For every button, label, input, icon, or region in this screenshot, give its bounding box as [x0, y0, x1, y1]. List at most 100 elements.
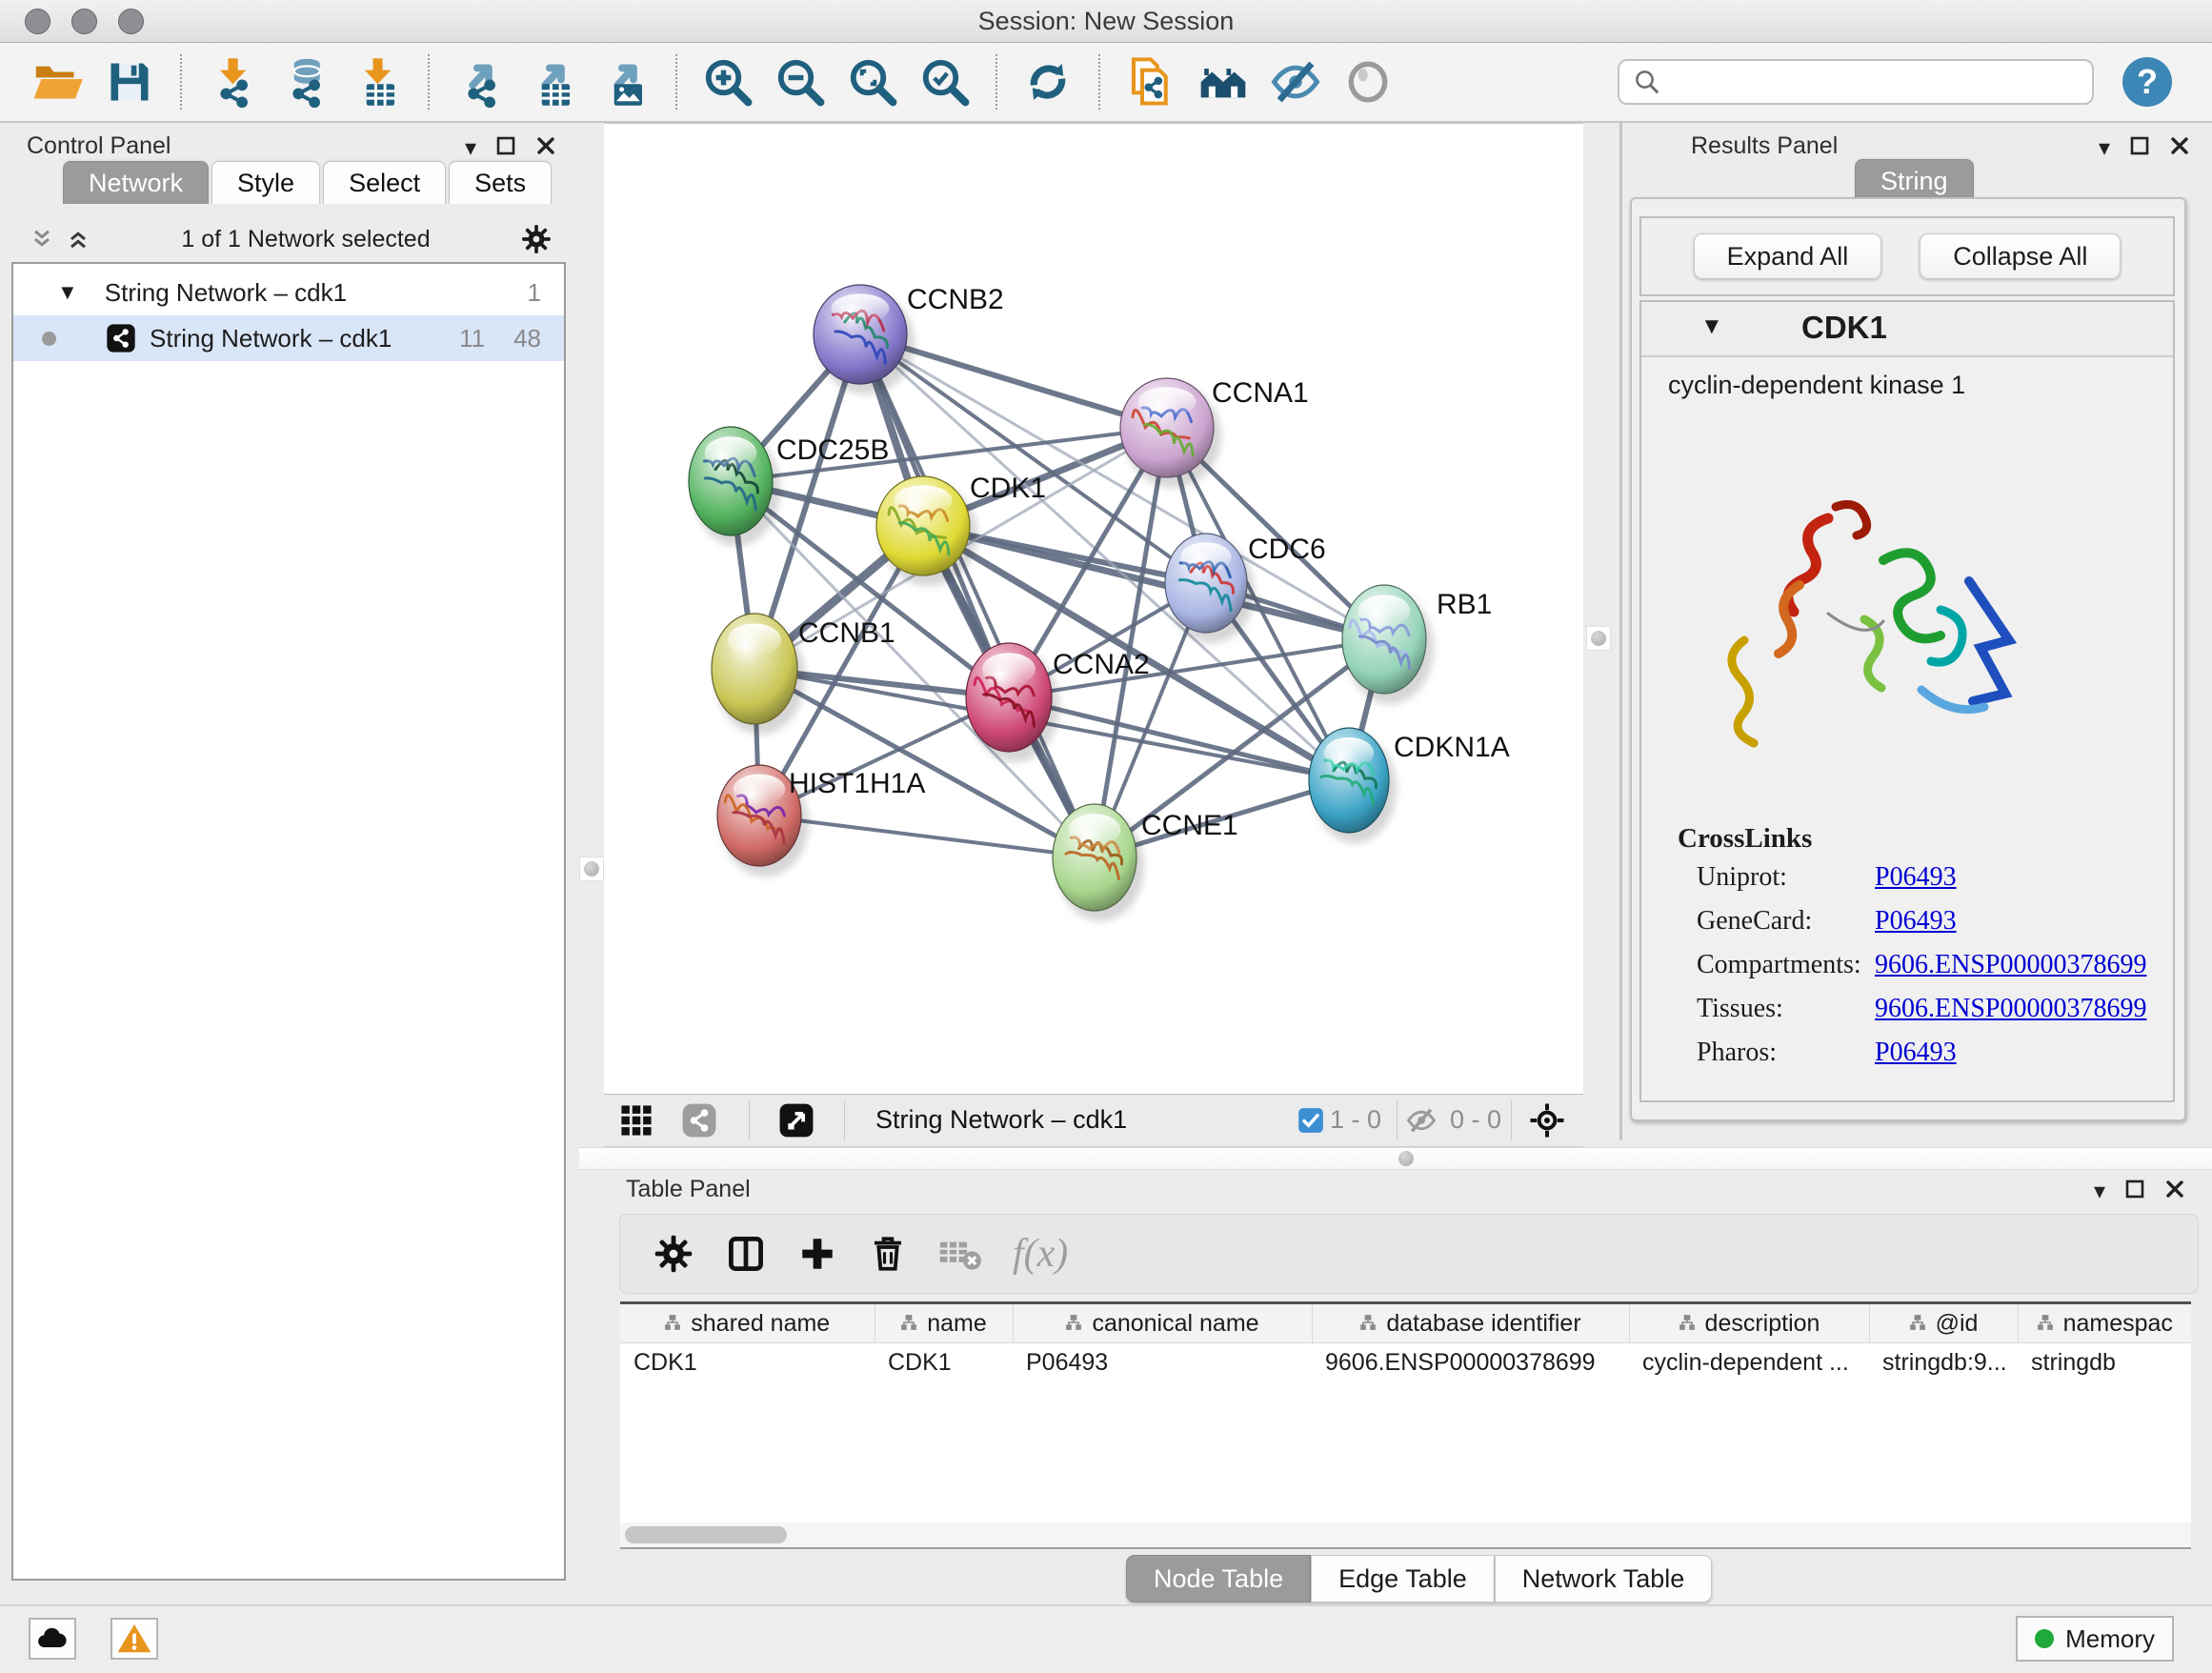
network-options-gear-icon[interactable]	[520, 223, 553, 255]
table-cell[interactable]: stringdb:9...	[1869, 1343, 2018, 1382]
column-header[interactable]: namespac	[2018, 1304, 2191, 1343]
node-table[interactable]: shared namenamecanonical namedatabase id…	[620, 1301, 2191, 1526]
add-column-icon[interactable]	[797, 1234, 837, 1274]
zoom-in-button[interactable]	[697, 50, 758, 113]
open-session-button[interactable]	[27, 50, 88, 113]
new-network-from-selection-button[interactable]	[1120, 50, 1181, 113]
search-input[interactable]	[1671, 67, 2079, 98]
network-node-ccne1[interactable]: CCNE1	[1053, 804, 1238, 921]
table-cell[interactable]: P06493	[1013, 1343, 1312, 1382]
show-all-button[interactable]	[1337, 50, 1398, 113]
tab-string[interactable]: String	[1855, 159, 1974, 202]
right-splitter-handle[interactable]	[1586, 626, 1611, 651]
import-network-file-button[interactable]	[202, 50, 263, 113]
network-node-rb1[interactable]: RB1	[1342, 585, 1492, 704]
left-splitter[interactable]	[579, 123, 606, 1145]
import-network-database-button[interactable]	[274, 50, 335, 113]
show-columns-icon[interactable]	[725, 1233, 767, 1275]
panel-float-icon[interactable]	[2124, 1179, 2145, 1204]
string-results-container: Expand All Collapse All ▼ CDK1 cyclin-de…	[1630, 197, 2186, 1121]
export-image-button[interactable]	[594, 50, 655, 113]
network-edge[interactable]	[759, 816, 1095, 857]
network-node-hist1h1a[interactable]: HIST1H1A	[717, 765, 925, 877]
network-view-canvas[interactable]: CCNB2CCNA1CDC25BCDK1CDC6RB1CCNB1CCNA2CDK…	[604, 123, 1583, 1095]
export-network-icon	[454, 56, 506, 108]
zoom-selected-button[interactable]	[915, 50, 975, 113]
network-row[interactable]: String Network – cdk1 11 48	[13, 315, 564, 361]
warning-status-button[interactable]	[111, 1618, 158, 1660]
crosslink-link[interactable]: P06493	[1875, 1038, 1957, 1068]
tab-edge-table[interactable]: Edge Table	[1311, 1555, 1495, 1602]
zoom-fit-button[interactable]	[842, 50, 903, 113]
table-cell[interactable]: stringdb	[2018, 1343, 2191, 1382]
network-node-cdkn1a[interactable]: CDKN1A	[1309, 728, 1510, 843]
tab-sets[interactable]: Sets	[449, 161, 552, 204]
expand-all-button[interactable]: Expand All	[1694, 233, 1882, 279]
cloud-status-button[interactable]	[29, 1618, 76, 1660]
panel-close-icon[interactable]	[2164, 1179, 2185, 1204]
panel-menu-icon[interactable]: ▾	[2099, 134, 2110, 162]
network-node-cdc6[interactable]: CDC6	[1165, 534, 1326, 643]
collapse-all-button[interactable]: Collapse All	[1920, 233, 2121, 279]
column-header[interactable]: shared name	[620, 1304, 875, 1343]
help-button[interactable]: ?	[2122, 57, 2172, 107]
network-collection-row[interactable]: ▼ String Network – cdk1 1	[13, 270, 564, 315]
column-header[interactable]: name	[875, 1304, 1013, 1343]
column-header[interactable]: canonical name	[1013, 1304, 1312, 1343]
table-cell[interactable]: cyclin-dependent ...	[1629, 1343, 1869, 1382]
export-table-button[interactable]	[522, 50, 583, 113]
panel-close-icon[interactable]	[535, 135, 556, 161]
refresh-view-button[interactable]	[1017, 50, 1078, 113]
search-icon	[1633, 68, 1661, 96]
crosslink-link[interactable]: 9606.ENSP00000378699	[1875, 950, 2146, 980]
zoom-out-button[interactable]	[770, 50, 831, 113]
entry-collapse-icon[interactable]: ▼	[1700, 313, 1723, 340]
memory-button[interactable]: Memory	[2016, 1616, 2174, 1662]
tab-select[interactable]: Select	[323, 161, 446, 204]
tab-network-table[interactable]: Network Table	[1495, 1555, 1713, 1602]
column-header[interactable]: database identifier	[1312, 1304, 1629, 1343]
save-session-button[interactable]	[99, 50, 160, 113]
crosslink-link[interactable]: P06493	[1875, 906, 1957, 937]
panel-menu-icon[interactable]: ▾	[465, 134, 476, 162]
crosslink-link[interactable]: 9606.ENSP00000378699	[1875, 994, 2146, 1024]
delete-column-icon[interactable]	[868, 1234, 908, 1274]
panel-float-icon[interactable]	[2129, 135, 2150, 161]
tree-expander-icon[interactable]: ▼	[57, 280, 78, 305]
tab-network[interactable]: Network	[63, 161, 209, 204]
table-cell[interactable]: CDK1	[620, 1343, 875, 1382]
table-options-gear-icon[interactable]	[653, 1233, 694, 1275]
hide-selection-button[interactable]	[1265, 50, 1326, 113]
tab-node-table[interactable]: Node Table	[1126, 1555, 1311, 1602]
table-cell[interactable]: 9606.ENSP00000378699	[1312, 1343, 1629, 1382]
panel-close-icon[interactable]	[2169, 135, 2190, 161]
table-hscrollbar-thumb[interactable]	[625, 1526, 787, 1543]
birds-eye-view-icon[interactable]	[777, 1101, 815, 1139]
crosslink-link[interactable]: P06493	[1875, 862, 1957, 893]
gene-entry-header[interactable]: ▼ CDK1	[1641, 302, 2173, 357]
table-row[interactable]: CDK1CDK1P064939606.ENSP00000378699cyclin…	[620, 1343, 2191, 1382]
expand-all-tree-icon[interactable]	[65, 226, 91, 252]
tab-style[interactable]: Style	[211, 161, 320, 204]
panel-float-icon[interactable]	[495, 135, 516, 161]
left-splitter-handle[interactable]	[579, 857, 604, 881]
column-header[interactable]: @id	[1869, 1304, 2018, 1343]
table-hscrollbar[interactable]	[620, 1522, 2191, 1549]
panel-menu-icon[interactable]: ▾	[2094, 1178, 2105, 1205]
selected-checkbox-icon[interactable]	[1292, 1101, 1330, 1139]
collapse-all-tree-icon[interactable]	[29, 226, 55, 252]
fit-content-crosshair-icon[interactable]	[1528, 1101, 1566, 1139]
first-neighbors-button[interactable]	[1193, 50, 1254, 113]
network-node-ccnb1[interactable]: CCNB1	[712, 614, 895, 735]
search-box[interactable]	[1618, 59, 2094, 105]
network-node-cdk1[interactable]: CDK1	[876, 473, 1046, 586]
hidden-eye-slash-icon[interactable]	[1402, 1101, 1440, 1139]
grid-view-icon[interactable]	[617, 1101, 655, 1139]
export-network-button[interactable]	[450, 50, 511, 113]
right-splitter[interactable]	[1583, 123, 1618, 1145]
network-view-icon[interactable]	[680, 1101, 718, 1139]
table-cell[interactable]: CDK1	[875, 1343, 1013, 1382]
import-table-button[interactable]	[347, 50, 408, 113]
horizontal-splitter[interactable]	[579, 1147, 2212, 1170]
column-header[interactable]: description	[1629, 1304, 1869, 1343]
